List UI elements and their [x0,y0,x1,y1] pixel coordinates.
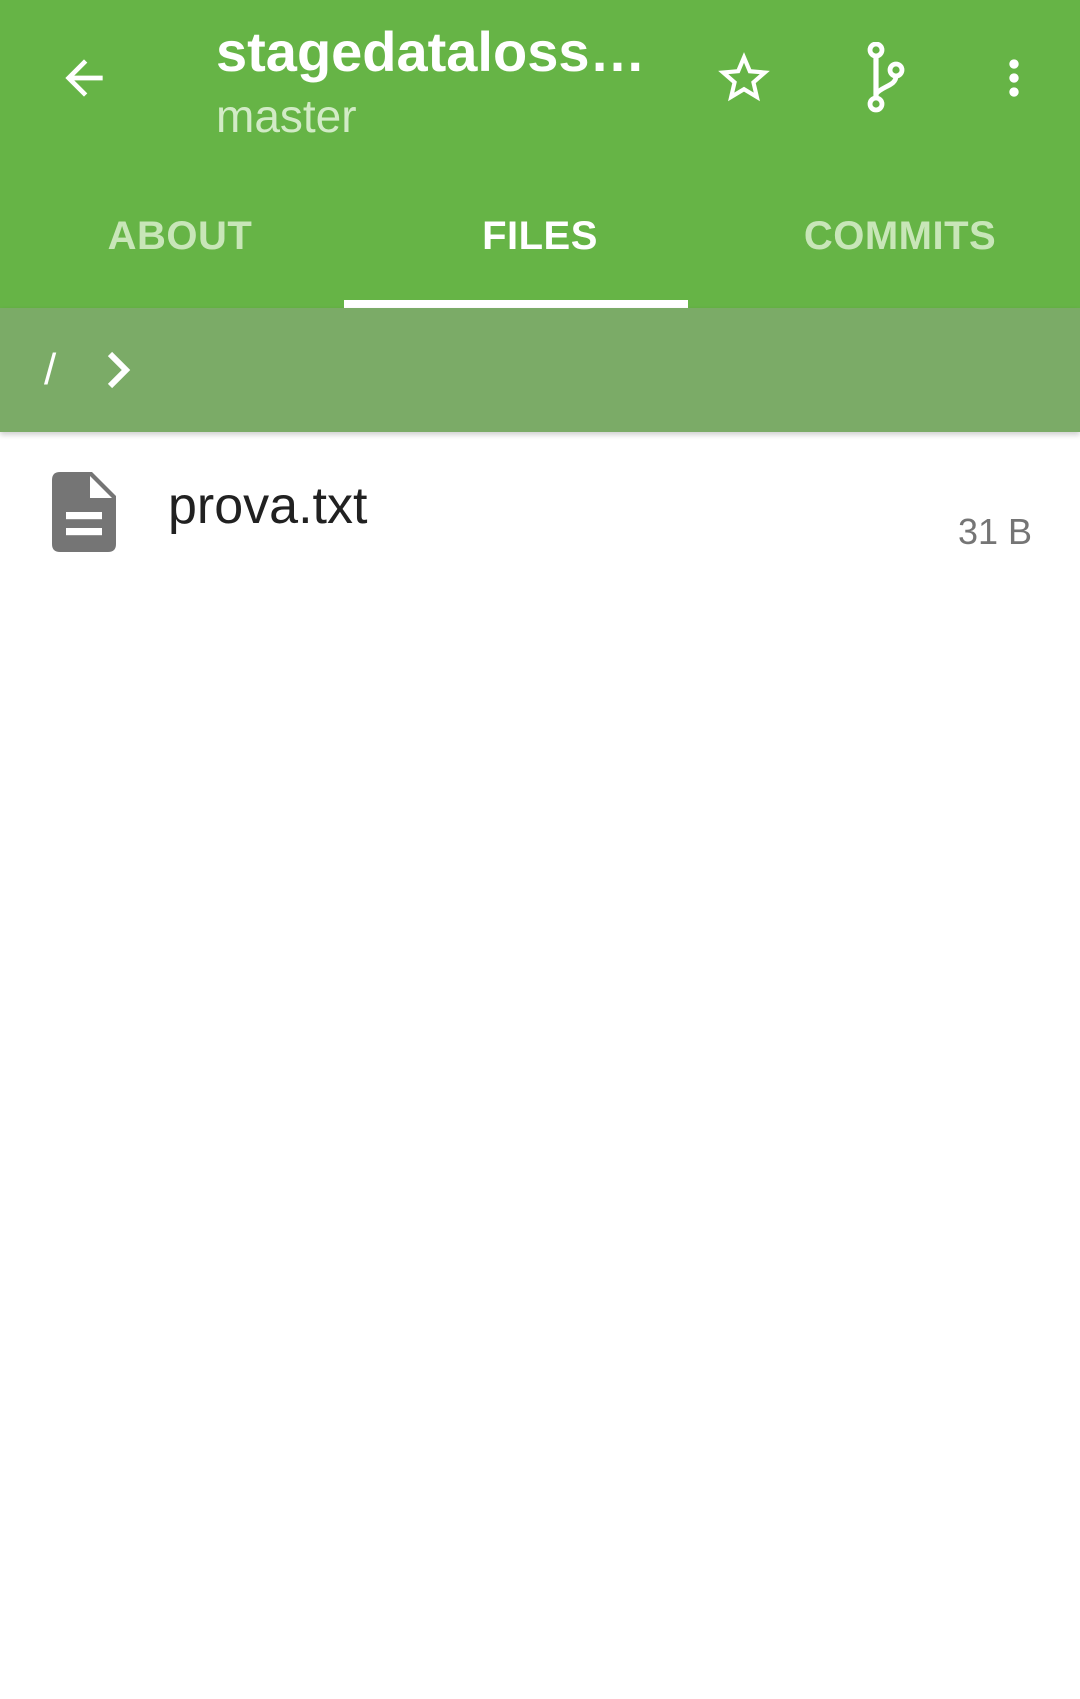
tab-about[interactable]: ABOUT [0,190,360,282]
more-vert-icon [1009,59,1019,97]
star-button[interactable] [696,30,792,126]
path-root[interactable]: / [44,340,56,400]
title-block: stagedataloss… master [216,18,646,146]
app-bar: stagedataloss… master ABOUT FILES COMMIT… [0,0,1080,308]
back-button[interactable] [36,30,132,126]
tab-files[interactable]: FILES [360,190,720,282]
chevron-right-icon [107,351,131,389]
star-outline-icon [718,52,770,102]
more-options-button[interactable] [966,30,1062,126]
file-name: prova.txt [168,477,368,535]
repo-title: stagedataloss… [216,20,646,83]
file-size: 31 B [957,511,1032,552]
tab-indicator [344,300,688,308]
toolbar: stagedataloss… master [0,0,1080,165]
branch-subtitle: master [216,90,357,142]
git-branch-icon [867,42,905,113]
branch-button[interactable] [838,30,934,126]
file-row[interactable]: prova.txt 31 B [0,432,1080,582]
path-bar [0,308,1080,432]
arrow-back-icon [65,59,103,97]
file-document-icon [52,472,116,552]
tab-commits[interactable]: COMMITS [720,190,1080,282]
tab-bar: ABOUT FILES COMMITS [0,190,1080,308]
